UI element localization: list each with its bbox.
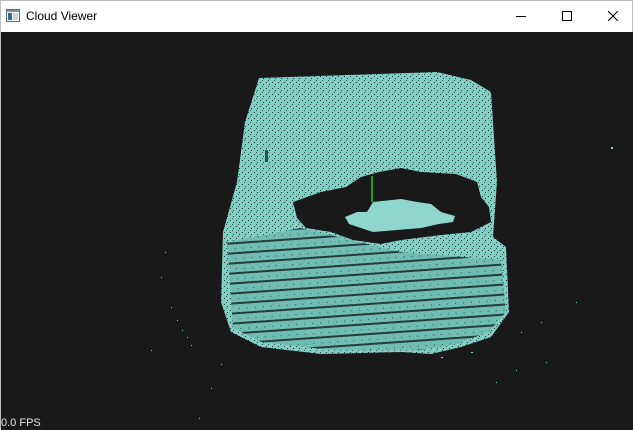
close-icon bbox=[608, 11, 618, 21]
maximize-icon bbox=[562, 11, 572, 21]
title-bar[interactable]: Cloud Viewer bbox=[1, 1, 632, 31]
window-title: Cloud Viewer bbox=[26, 9, 98, 23]
minimize-button[interactable] bbox=[498, 1, 544, 31]
maximize-button[interactable] bbox=[544, 1, 590, 31]
close-button[interactable] bbox=[590, 1, 633, 31]
cloud-viewer-window: Cloud Viewer 0.0 FPS bbox=[0, 0, 633, 430]
point-cloud-render bbox=[151, 72, 613, 419]
minimize-icon bbox=[516, 11, 526, 21]
point-cloud-viewport[interactable]: 0.0 FPS bbox=[1, 32, 633, 430]
fps-counter: 0.0 FPS bbox=[1, 417, 41, 429]
window-app-icon bbox=[6, 9, 20, 22]
